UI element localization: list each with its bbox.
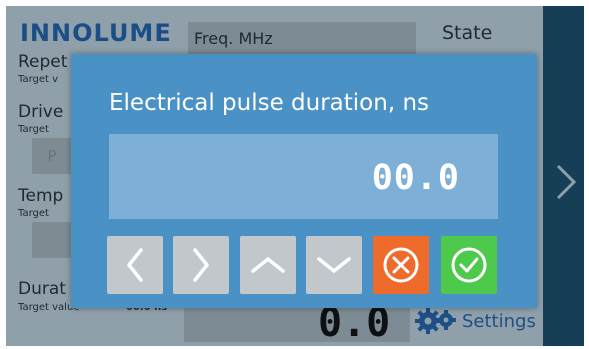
repetition-target-label: Target v <box>18 74 59 85</box>
temperature-label: Temp <box>18 186 64 206</box>
increment-button[interactable] <box>240 236 296 294</box>
chevron-right-icon[interactable] <box>554 162 578 202</box>
chevron-up-icon <box>251 257 285 273</box>
repetition-label: Repet <box>18 52 68 72</box>
innolume-logo: INNOLUME <box>20 19 172 47</box>
drive-label: Drive <box>18 102 64 122</box>
cancel-icon <box>383 247 419 283</box>
freq-label: Freq. MHz <box>194 29 273 48</box>
chevron-right-icon <box>193 248 209 282</box>
device-screen: INNOLUME Freq. MHz State Repet Target v … <box>6 6 584 346</box>
confirm-button[interactable] <box>441 236 497 294</box>
chevron-down-icon <box>317 257 351 273</box>
chevron-left-icon <box>127 248 143 282</box>
drive-target-label: Target <box>18 124 49 135</box>
temperature-button[interactable] <box>32 222 72 258</box>
decrement-button[interactable] <box>306 236 362 294</box>
cursor-right-button[interactable] <box>173 236 229 294</box>
temperature-target-label: Target <box>18 208 49 219</box>
drive-button[interactable]: P <box>32 138 72 174</box>
gear-icon <box>415 308 456 334</box>
cursor-left-button[interactable] <box>107 236 163 294</box>
confirm-icon <box>451 247 487 283</box>
dialog-title: Electrical pulse duration, ns <box>109 90 430 116</box>
value-entry-dialog: Electrical pulse duration, ns 00.0 <box>71 54 537 308</box>
duration-label: Durat <box>18 279 66 299</box>
state-label: State <box>442 22 493 44</box>
value-display-text: 00.0 <box>371 158 460 198</box>
cancel-button[interactable] <box>373 236 429 294</box>
settings-button[interactable]: Settings <box>414 306 536 336</box>
settings-label: Settings <box>462 310 536 332</box>
value-display: 00.0 <box>109 134 498 219</box>
